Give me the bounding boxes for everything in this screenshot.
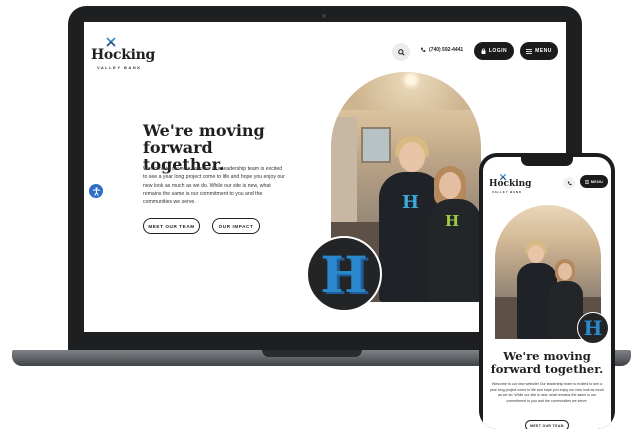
laptop-camera bbox=[322, 14, 326, 18]
h-badge: H bbox=[306, 236, 382, 312]
mobile-site: Hocking VALLEY BANK MENU H We're moving … bbox=[483, 157, 611, 429]
brand-name: Hocking bbox=[91, 47, 155, 63]
menu-icon bbox=[584, 179, 589, 184]
search-icon bbox=[397, 48, 405, 56]
mobile-hero-body: Welcome to our new website! Our leadersh… bbox=[489, 382, 605, 403]
menu-button[interactable]: MENU bbox=[520, 42, 558, 60]
mobile-phone-button[interactable] bbox=[563, 177, 575, 189]
phone-icon bbox=[567, 181, 571, 185]
search-button[interactable] bbox=[392, 43, 410, 61]
accessibility-icon bbox=[92, 186, 100, 196]
lock-icon bbox=[481, 48, 486, 54]
mobile-menu-button[interactable]: MENU bbox=[580, 175, 608, 188]
mobile-brand-tagline: VALLEY BANK bbox=[492, 190, 522, 194]
mobile-hero-headline: We're moving forward together. bbox=[490, 349, 604, 376]
phone-number: (740) 592-4441 bbox=[429, 47, 464, 53]
phone-device: Hocking VALLEY BANK MENU H We're moving … bbox=[479, 153, 615, 429]
menu-icon bbox=[526, 48, 533, 54]
brand-tagline: VALLEY BANK bbox=[97, 65, 142, 70]
person-right-head bbox=[439, 172, 461, 199]
login-button[interactable]: LOGIN bbox=[474, 42, 514, 60]
phone-icon bbox=[420, 47, 426, 52]
brand-logo[interactable]: Hocking VALLEY BANK bbox=[91, 36, 161, 76]
mobile-brand-name: Hocking bbox=[489, 179, 532, 189]
mobile-brand-logo[interactable]: Hocking VALLEY BANK bbox=[489, 173, 532, 199]
accessibility-button[interactable] bbox=[89, 184, 103, 198]
photo-ceiling bbox=[331, 72, 481, 110]
photo-window bbox=[361, 127, 391, 163]
shirt-logo-left: H bbox=[402, 192, 420, 213]
h-badge-letter: H bbox=[320, 244, 368, 304]
meet-our-team-button[interactable]: MEET OUR TEAM bbox=[143, 218, 200, 234]
menu-label: MENU bbox=[535, 48, 552, 54]
mobile-h-badge-letter: H bbox=[583, 316, 603, 340]
phone-notch bbox=[521, 157, 573, 166]
person-right-head bbox=[558, 263, 572, 280]
mobile-meet-our-team-button[interactable]: MEET OUR TEAM bbox=[525, 420, 569, 429]
our-impact-button[interactable]: OUR IMPACT bbox=[212, 218, 260, 234]
mobile-h-badge: H bbox=[577, 312, 609, 344]
mobile-menu-label: MENU bbox=[590, 179, 604, 184]
phone-link[interactable]: (740) 592-4441 bbox=[420, 47, 463, 53]
person-left-head bbox=[399, 142, 425, 172]
login-label: LOGIN bbox=[488, 48, 508, 54]
laptop-notch bbox=[262, 350, 362, 357]
person-left-head bbox=[528, 245, 544, 263]
hero-body: Welcome to our new website! Our leadersh… bbox=[143, 166, 285, 206]
shirt-logo-right: H bbox=[445, 212, 460, 230]
